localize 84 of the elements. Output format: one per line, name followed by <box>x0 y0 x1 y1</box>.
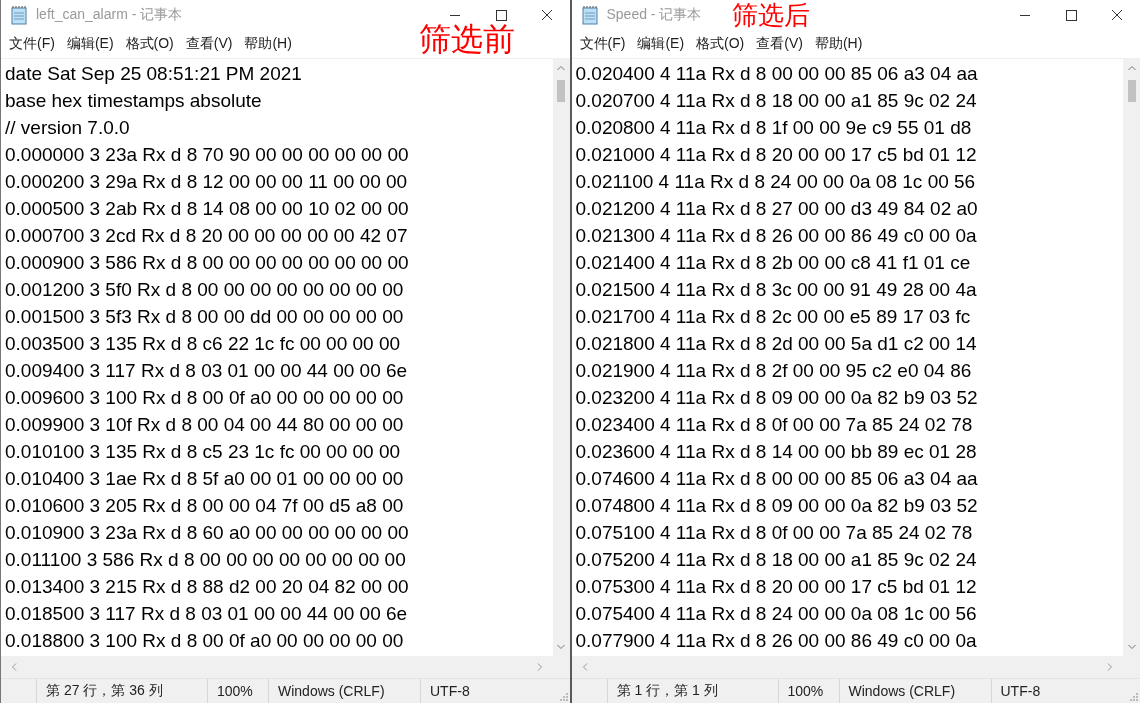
text-line: 0.010100 3 135 Rx d 8 c5 23 1c fc 00 00 00 00 <box>5 440 402 464</box>
resize-grip-icon[interactable] <box>557 691 568 701</box>
text-line: 0.023400 4 11a Rx d 8 0f 00 00 7a 85 24 02 78 <box>575 413 974 437</box>
text-line: 0.074800 4 11a Rx d 8 09 00 00 0a 82 b9 03 52 <box>575 494 979 518</box>
text-line: 0.000200 3 29a Rx d 8 12 00 00 00 11 00 00 00 <box>5 170 409 194</box>
text-line: 0.021700 4 11a Rx d 8 2c 00 00 e5 89 17 03 fc <box>575 305 972 329</box>
menu-item[interactable]: 编辑(E) <box>60 31 120 57</box>
window-title: left_can_alarm - 记事本 <box>36 6 183 24</box>
text-line: 0.075200 4 11a Rx d 8 18 00 00 a1 85 9c 02 24 <box>575 548 978 572</box>
text-line: 0.000500 3 2ab Rx d 8 14 08 00 00 10 02 00 00 <box>5 197 410 221</box>
scroll-left-icon[interactable] <box>581 663 588 671</box>
zoom-level: 100% <box>217 683 253 699</box>
text-line: 0.000700 3 2cd Rx d 8 20 00 00 00 00 00 42 07 <box>5 224 409 248</box>
menu-item[interactable]: 帮助(H) <box>238 31 298 57</box>
text-line: 0.021300 4 11a Rx d 8 26 00 00 86 49 c0 00 0a <box>575 224 978 248</box>
text-line: 0.021900 4 11a Rx d 8 2f 00 00 95 c2 e0 04 86 <box>575 359 973 383</box>
line-ending: Windows (CRLF) <box>848 683 956 699</box>
text-line: 0.020400 4 11a Rx d 8 00 00 00 85 06 a3 04 aa <box>575 62 979 86</box>
resize-grip-icon[interactable] <box>1128 691 1138 701</box>
horizontal-scrollbar[interactable] <box>571 656 1123 678</box>
text-line: 0.075400 4 11a Rx d 8 24 00 00 0a 08 1c 00 56 <box>575 602 978 626</box>
text-line: date Sat Sep 25 08:51:21 PM 2021 <box>5 62 303 86</box>
cursor-position: 第 27 行，第 36 列 <box>46 682 163 700</box>
scroll-down-icon[interactable] <box>557 644 565 650</box>
text-line: 0.075100 4 11a Rx d 8 0f 00 00 7a 85 24 02 78 <box>575 521 974 545</box>
annotation-text: 筛选前 <box>419 21 515 57</box>
text-line: 0.000000 3 23a Rx d 8 70 90 00 00 00 00 00 00 <box>5 143 410 167</box>
scroll-up-icon[interactable] <box>1127 65 1136 71</box>
text-line: 0.011100 3 586 Rx d 8 00 00 00 00 00 00 00 00 <box>5 548 407 572</box>
text-line: 0.000900 3 586 Rx d 8 00 00 00 00 00 00 00 00 <box>5 251 410 275</box>
text-line: base hex timestamps absolute <box>5 89 263 113</box>
text-line: 0.020700 4 11a Rx d 8 18 00 00 a1 85 9c 02 24 <box>575 89 978 113</box>
text-line: 0.023200 4 11a Rx d 8 09 00 00 0a 82 b9 03 52 <box>575 386 979 410</box>
text-line: 0.021000 4 11a Rx d 8 20 00 00 17 c5 bd 01 12 <box>575 143 978 167</box>
scroll-right-icon[interactable] <box>1107 663 1113 671</box>
scroll-up-icon[interactable] <box>557 65 565 71</box>
notepad-icon <box>10 5 28 25</box>
text-line: 0.009400 3 117 Rx d 8 03 01 00 00 44 00 00 6e <box>5 359 409 383</box>
encoding: UTF-8 <box>430 683 470 699</box>
text-line: 0.021800 4 11a Rx d 8 2d 00 00 5a d1 c2 00 14 <box>575 332 978 356</box>
menu-item[interactable]: 编辑(E) <box>631 31 691 57</box>
text-line: 0.021500 4 11a Rx d 8 3c 00 00 91 49 28 00 4a <box>575 278 978 302</box>
horizontal-scrollbar[interactable] <box>1 656 553 678</box>
text-line: 0.020800 4 11a Rx d 8 1f 00 00 9e c9 55 01 d8 <box>575 116 973 140</box>
menu-item[interactable]: 文件(F) <box>573 31 632 57</box>
text-line: 0.021400 4 11a Rx d 8 2b 00 00 c8 41 f1 01 ce <box>575 251 972 275</box>
scroll-left-icon[interactable] <box>11 663 17 671</box>
text-line: 0.009600 3 100 Rx d 8 00 0f a0 00 00 00 00 00 <box>5 386 405 410</box>
scroll-right-icon[interactable] <box>536 663 543 671</box>
scroll-down-icon[interactable] <box>1127 644 1136 650</box>
menu-item[interactable]: 文件(F) <box>3 31 61 57</box>
zoom-level: 100% <box>787 683 824 699</box>
text-line: 0.021200 4 11a Rx d 8 27 00 00 d3 49 84 02 a0 <box>575 197 979 221</box>
text-line: 0.003500 3 135 Rx d 8 c6 22 1c fc 00 00 00 00 <box>5 332 402 356</box>
text-line: 0.001500 3 5f3 Rx d 8 00 00 dd 00 00 00 00 00 <box>5 305 405 329</box>
menu-item[interactable]: 格式(O) <box>690 31 751 57</box>
window-title: Speed - 记事本 <box>606 6 702 24</box>
menu-item[interactable]: 格式(O) <box>119 31 180 57</box>
line-ending: Windows (CRLF) <box>278 683 385 699</box>
cursor-position: 第 1 行，第 1 列 <box>616 682 718 700</box>
text-line: 0.018800 3 100 Rx d 8 00 0f a0 00 00 00 00 00 <box>5 629 405 653</box>
text-line: 0.010900 3 23a Rx d 8 60 a0 00 00 00 00 00 00 <box>5 521 410 545</box>
text-line: 0.021100 4 11a Rx d 8 24 00 00 0a 08 1c 00 56 <box>575 170 977 194</box>
menu-item[interactable]: 查看(V) <box>179 31 239 57</box>
annotation-text: 筛选后 <box>731 0 810 30</box>
notepad-icon <box>580 5 599 25</box>
vertical-scrollbar[interactable] <box>552 59 570 656</box>
vertical-scrollbar[interactable] <box>1123 59 1140 656</box>
text-line: 0.001200 3 5f0 Rx d 8 00 00 00 00 00 00 00 00 <box>5 278 405 302</box>
encoding: UTF-8 <box>1000 683 1041 699</box>
scroll-thumb[interactable] <box>1127 80 1136 102</box>
text-line: 0.023600 4 11a Rx d 8 14 00 00 bb 89 ec 01 28 <box>575 440 978 464</box>
text-line: 0.013400 3 215 Rx d 8 88 d2 00 20 04 82 00 00 <box>5 575 410 599</box>
text-line: // version 7.0.0 <box>5 116 131 140</box>
text-line: 0.010400 3 1ae Rx d 8 5f a0 00 01 00 00 00 00 <box>5 467 405 491</box>
menu-item[interactable]: 查看(V) <box>750 31 809 57</box>
text-line: 0.010600 3 205 Rx d 8 00 00 04 7f 00 d5 a8 00 <box>5 494 405 518</box>
scroll-thumb[interactable] <box>557 80 565 102</box>
menu-item[interactable]: 帮助(H) <box>808 31 869 57</box>
text-line: 0.074600 4 11a Rx d 8 00 00 00 85 06 a3 04 aa <box>575 467 979 491</box>
text-line: 0.009900 3 10f Rx d 8 00 04 00 44 80 00 00 00 <box>5 413 405 437</box>
text-line: 0.018500 3 117 Rx d 8 03 01 00 00 44 00 00 6e <box>5 602 409 626</box>
text-line: 0.077900 4 11a Rx d 8 26 00 00 86 49 c0 00 0a <box>575 629 978 653</box>
text-line: 0.075300 4 11a Rx d 8 20 00 00 17 c5 bd 01 12 <box>575 575 978 599</box>
